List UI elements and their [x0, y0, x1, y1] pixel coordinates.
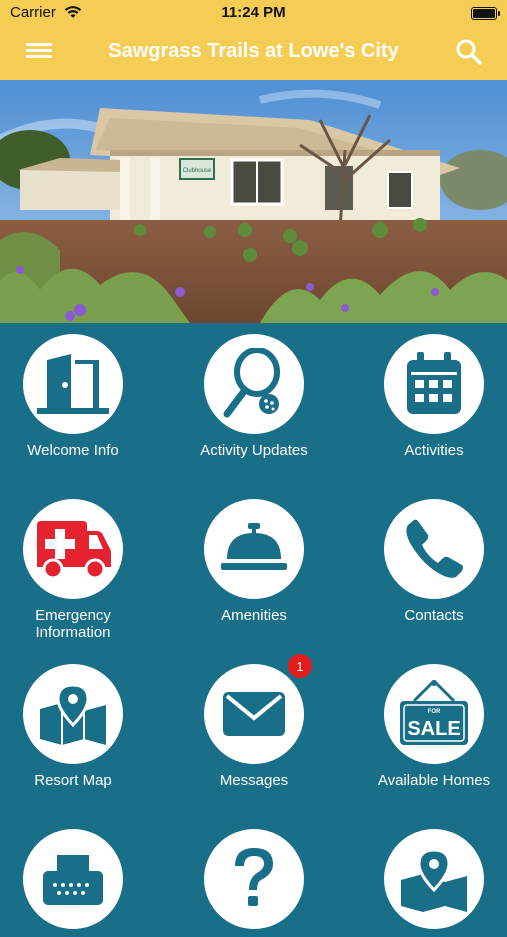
for-sale-sign-icon: FOR SALE	[400, 679, 468, 745]
question-icon	[235, 848, 273, 906]
tile-welcome-info[interactable]: Welcome Info	[0, 334, 163, 459]
tile-typewriter[interactable]	[0, 829, 163, 937]
map-pin-icon	[401, 848, 467, 912]
tile-label: Resort Map	[34, 772, 112, 789]
directions-button[interactable]	[384, 829, 484, 929]
tile-contacts[interactable]: Contacts	[344, 499, 507, 624]
for-label: FOR	[428, 709, 441, 715]
tile-label: Activities	[404, 442, 464, 459]
navigation-bar: Sawgrass Trails at Lowe's City	[0, 30, 507, 74]
phone-icon	[406, 519, 463, 578]
tile-directions[interactable]	[344, 829, 507, 937]
status-bar: Carrier 11:24 PM	[10, 4, 500, 24]
door-icon	[37, 354, 109, 414]
tile-activities[interactable]: Activities	[344, 334, 507, 459]
typewriter-icon	[43, 855, 103, 905]
pickleball-icon	[223, 348, 280, 418]
tile-activity-updates[interactable]: Activity Updates	[164, 334, 344, 459]
hero-image: Clubhouse	[0, 80, 507, 323]
tile-label: Emergency Information	[35, 607, 111, 641]
resort-map-button[interactable]	[23, 664, 123, 764]
sale-label: SALE	[407, 718, 460, 740]
tile-label: Available Homes	[377, 772, 491, 789]
clubhouse-photo: Clubhouse	[0, 80, 507, 323]
search-icon[interactable]	[455, 38, 483, 66]
tile-label: Contacts	[404, 607, 464, 624]
tile-label: Messages	[219, 772, 289, 789]
tile-label: Activity Updates	[200, 442, 308, 459]
unread-badge: 1	[288, 654, 312, 678]
envelope-icon	[223, 692, 285, 736]
help-button[interactable]	[204, 829, 304, 929]
tile-amenities[interactable]: Amenities	[164, 499, 344, 624]
battery-icon	[471, 7, 500, 20]
tile-resort-map[interactable]: Resort Map	[0, 664, 163, 789]
contacts-button[interactable]	[384, 499, 484, 599]
tile-help[interactable]	[164, 829, 344, 937]
typewriter-button[interactable]	[23, 829, 123, 929]
welcome-info-button[interactable]	[23, 334, 123, 434]
clock: 11:24 PM	[221, 4, 286, 21]
page-title: Sawgrass Trails at Lowe's City	[108, 40, 399, 62]
tile-label: Amenities	[221, 607, 287, 624]
ambulance-icon	[37, 521, 111, 580]
clubhouse-sign: Clubhouse	[183, 168, 212, 174]
tile-label: Welcome Info	[27, 442, 119, 459]
messages-button[interactable]: 1	[204, 654, 312, 764]
available-homes-button[interactable]: FOR SALE	[384, 664, 484, 764]
calendar-icon	[407, 352, 461, 414]
app-header: Carrier 11:24 PM Sawgrass Trails at Lowe…	[0, 0, 507, 80]
emergency-information-button[interactable]	[23, 499, 123, 599]
activities-button[interactable]	[384, 334, 484, 434]
service-bell-icon	[221, 523, 287, 570]
tile-available-homes[interactable]: FOR SALE Available Homes	[344, 664, 507, 789]
tile-messages[interactable]: 1 Messages	[164, 654, 344, 789]
amenities-button[interactable]	[204, 499, 304, 599]
activity-updates-button[interactable]	[204, 334, 304, 434]
tile-emergency-information[interactable]: Emergency Information	[0, 499, 163, 641]
map-icon	[40, 683, 106, 745]
